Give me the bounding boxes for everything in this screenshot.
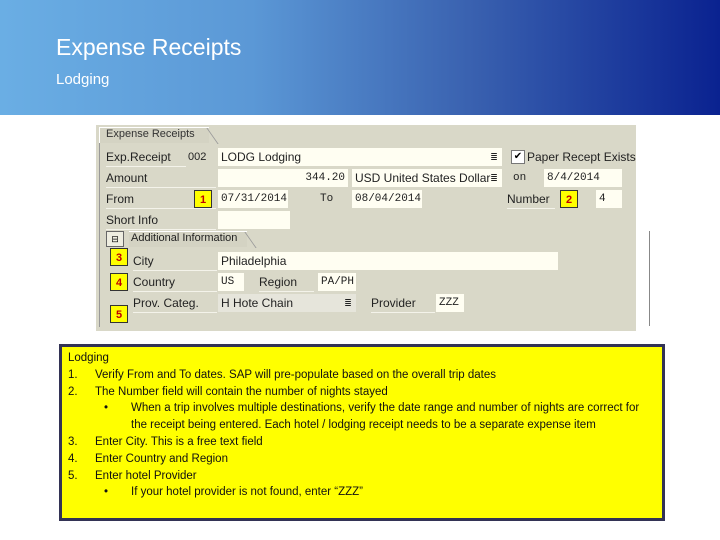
number-field[interactable]: 4 xyxy=(596,190,622,208)
paper-receipt-label: Paper Recept Exists xyxy=(527,150,636,164)
item-text: The Number field will contain the number… xyxy=(95,385,388,398)
on-label: on xyxy=(513,172,527,184)
currency-field[interactable]: USD United States Dollar xyxy=(352,169,502,187)
to-label: To xyxy=(320,193,334,205)
item-number: 5. xyxy=(68,469,78,482)
provider-label: Provider xyxy=(371,294,435,313)
short-info-field[interactable] xyxy=(218,211,290,229)
bullet-icon: • xyxy=(104,486,109,499)
instruction-item: 4. Enter Country and Region xyxy=(68,451,656,468)
region-field[interactable]: PA/PH xyxy=(318,273,356,291)
dropdown-icon[interactable]: ≣ xyxy=(489,173,499,184)
instruction-item: 2. The Number field will contain the num… xyxy=(68,384,656,401)
item-text: Enter Country and Region xyxy=(95,452,228,465)
item-number: 3. xyxy=(68,435,78,448)
item-text: Enter City. This is a free text field xyxy=(95,435,263,448)
step-badge-1: 1 xyxy=(194,190,212,208)
sap-expense-receipt-screen: Expense Receipts Exp.Receipt 002 LODG Lo… xyxy=(96,125,650,331)
bullet-icon: • xyxy=(104,402,109,415)
instruction-subitem: • If your hotel provider is not found, e… xyxy=(68,484,656,501)
instruction-item: 5. Enter hotel Provider xyxy=(68,468,656,485)
item-number: 4. xyxy=(68,452,78,465)
prov-categ-label: Prov. Categ. xyxy=(133,294,217,313)
instruction-item: 1. Verify From and To dates. SAP will pr… xyxy=(68,367,656,384)
subitem-text: When a trip involves multiple destinatio… xyxy=(131,402,640,432)
step-badge-3: 3 xyxy=(110,248,128,266)
tab-expense-receipts[interactable]: Expense Receipts xyxy=(99,127,209,143)
instructions-box: Lodging 1. Verify From and To dates. SAP… xyxy=(59,344,665,521)
item-text: Verify From and To dates. SAP will pre-p… xyxy=(95,368,497,381)
receipt-date-field[interactable]: 8/4/2014 xyxy=(544,169,622,187)
amount-label: Amount xyxy=(106,169,216,188)
provider-field[interactable]: ZZZ xyxy=(436,294,464,312)
instructions-heading: Lodging xyxy=(68,352,109,364)
amount-field[interactable]: 344.20 xyxy=(218,169,348,187)
city-field[interactable]: Philadelphia xyxy=(218,252,558,270)
step-badge-4: 4 xyxy=(110,273,128,291)
exp-receipt-code: 002 xyxy=(188,151,207,163)
provider-category-field[interactable]: H Hote Chain xyxy=(218,294,356,312)
exp-receipt-type-field[interactable]: LODG Lodging xyxy=(218,148,502,166)
item-number: 2. xyxy=(68,385,78,398)
tab-additional-information[interactable]: Additional Information xyxy=(129,231,248,247)
instruction-item: 3. Enter City. This is a free text field xyxy=(68,434,656,451)
dropdown-icon[interactable]: ≣ xyxy=(489,152,499,163)
short-info-label: Short Info xyxy=(106,211,216,230)
step-badge-2: 2 xyxy=(560,190,578,208)
collapse-section-icon[interactable]: ⊟ xyxy=(106,231,124,247)
subitem-text: If your hotel provider is not found, ent… xyxy=(131,486,364,499)
number-label: Number xyxy=(507,190,555,209)
item-number: 1. xyxy=(68,368,78,381)
paper-receipt-checkbox[interactable]: ✔ xyxy=(511,150,525,164)
page-title: Expense Receipts xyxy=(56,34,242,60)
from-date-field[interactable]: 07/31/2014 xyxy=(218,190,288,208)
item-text: Enter hotel Provider xyxy=(95,469,197,482)
step-badge-5: 5 xyxy=(110,305,128,323)
header-banner: Expense Receipts Lodging xyxy=(0,0,720,115)
city-label: City xyxy=(133,252,217,271)
region-label: Region xyxy=(259,273,314,292)
dropdown-icon[interactable]: ≣ xyxy=(343,298,353,309)
page-subtitle: Lodging xyxy=(56,71,110,88)
country-label: Country xyxy=(133,273,217,292)
to-date-field[interactable]: 08/04/2014 xyxy=(352,190,422,208)
instruction-subitem: • When a trip involves multiple destinat… xyxy=(68,400,656,434)
exp-receipt-label: Exp.Receipt xyxy=(106,148,186,167)
country-field[interactable]: US xyxy=(218,273,244,291)
